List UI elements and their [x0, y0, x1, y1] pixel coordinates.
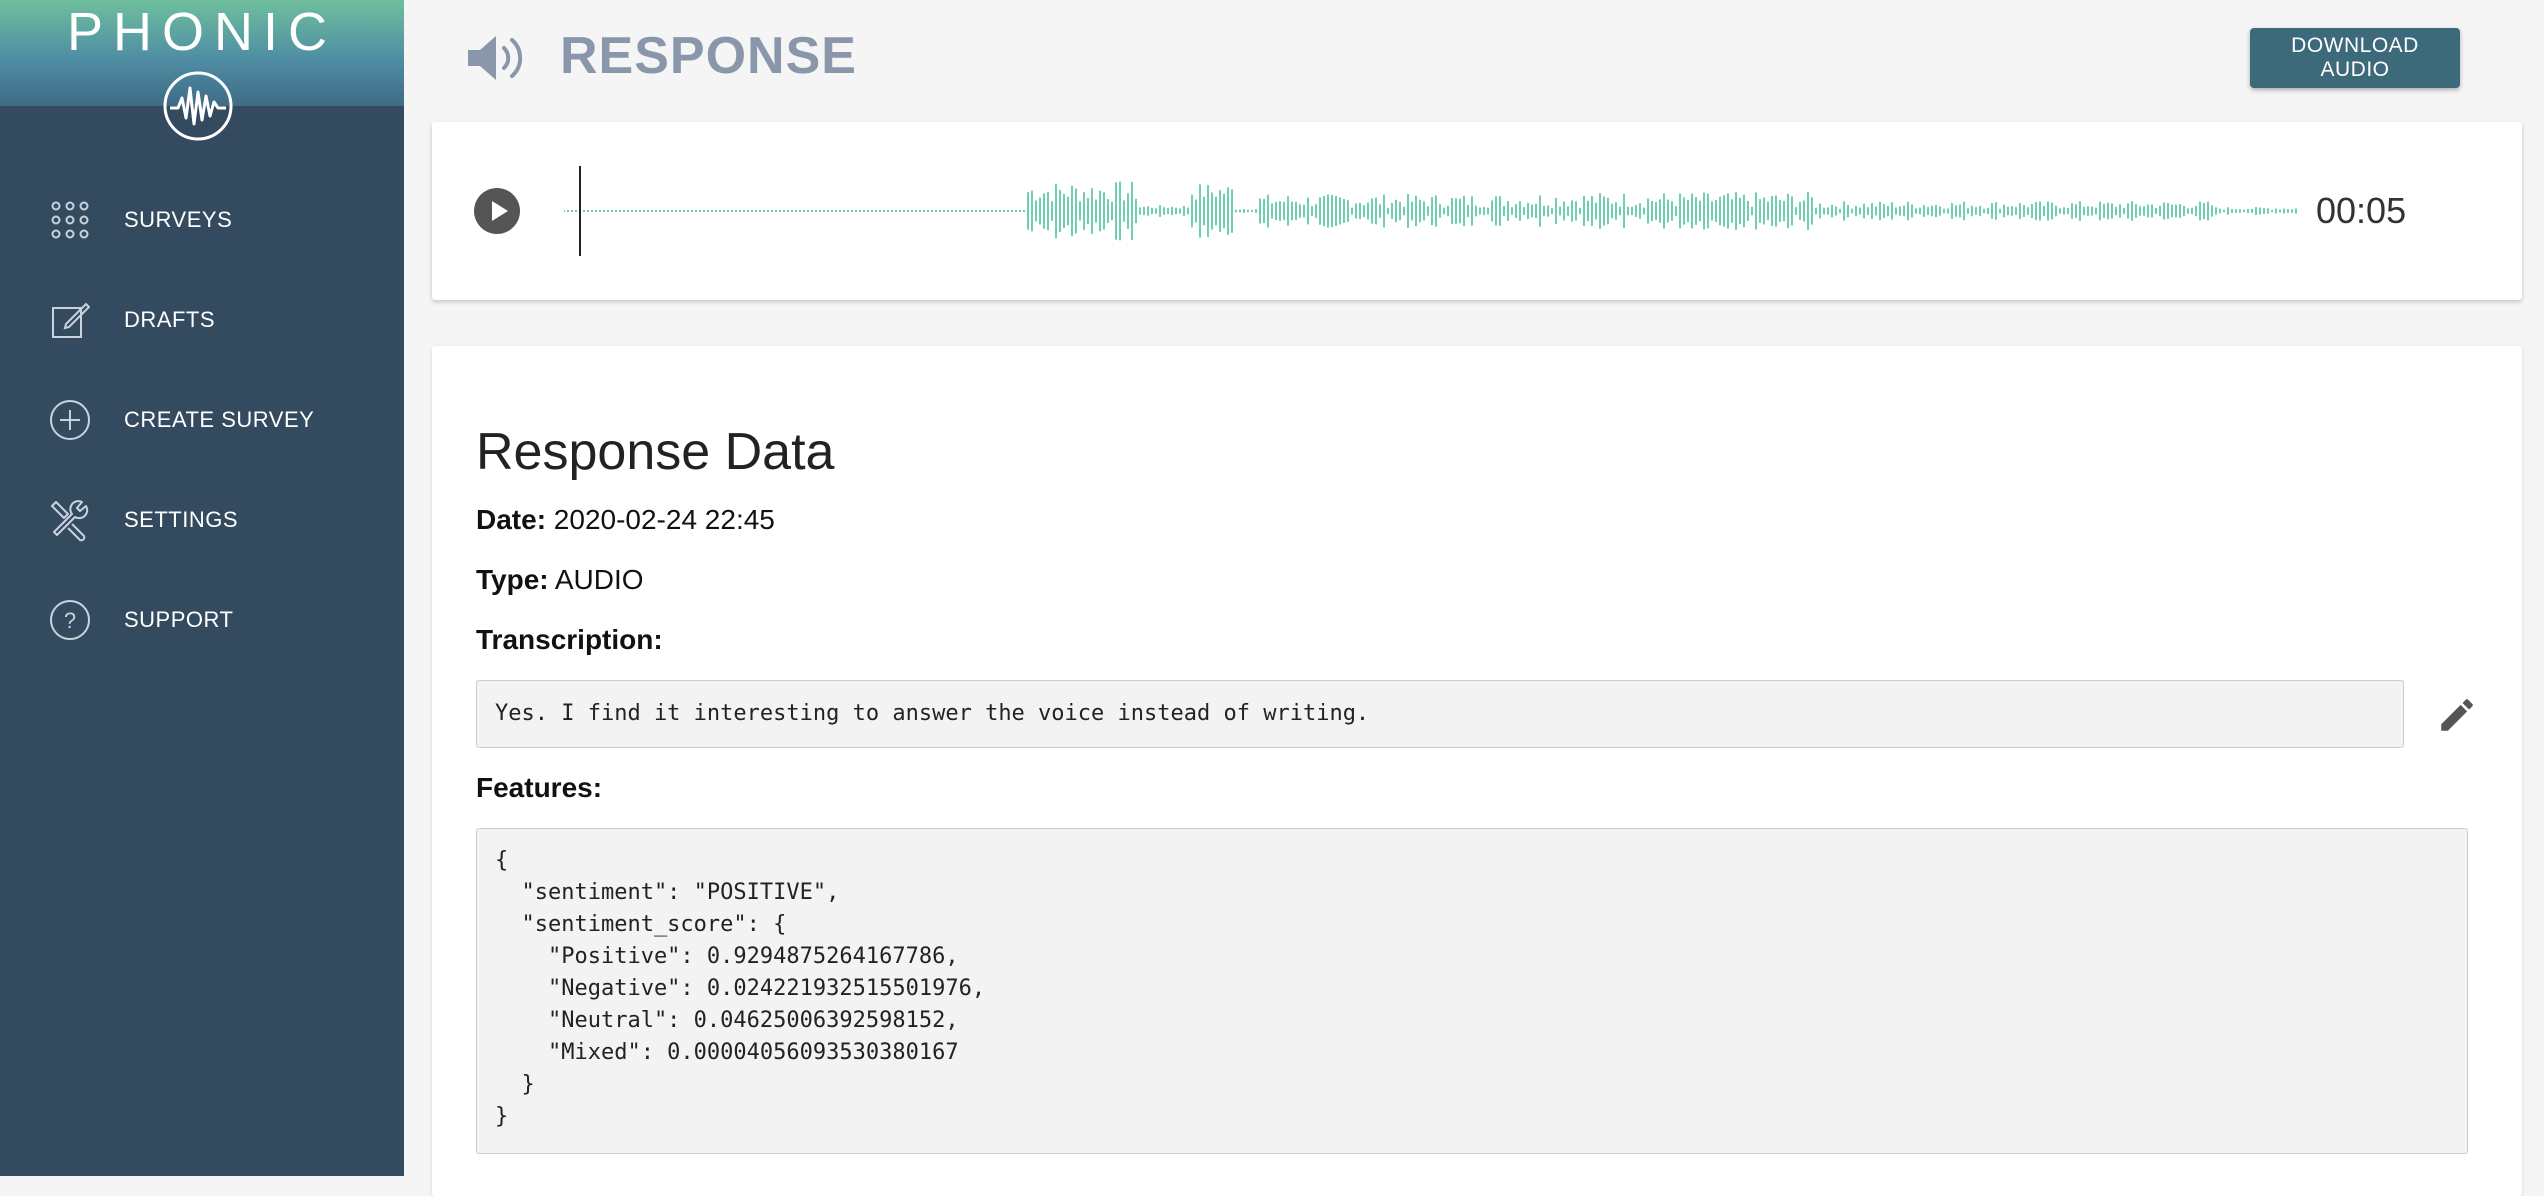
page-header: RESPONSE DOWNLOAD AUDIO [404, 0, 2544, 118]
sidebar-item-settings[interactable]: SETTINGS [0, 470, 404, 570]
section-title: Response Data [476, 422, 834, 482]
features-label: Features: [476, 772, 602, 803]
plus-circle-icon [48, 398, 92, 442]
download-audio-button[interactable]: DOWNLOAD AUDIO [2250, 28, 2460, 88]
sidebar-item-drafts[interactable]: DRAFTS [0, 270, 404, 370]
type-label: Type: [476, 564, 549, 595]
response-data-card: Response Data Date: 2020-02-24 22:45 Typ… [432, 346, 2522, 1196]
tools-icon [48, 498, 92, 542]
sidebar-item-label: SUPPORT [124, 607, 233, 633]
waveform-logo-icon [162, 70, 234, 142]
date-field: Date: 2020-02-24 22:45 [476, 504, 775, 536]
type-field: Type: AUDIO [476, 564, 644, 596]
pencil-icon[interactable] [2436, 694, 2478, 736]
sidebar-item-label: SURVEYS [124, 207, 232, 233]
sidebar: PHONIC SURVEYS [0, 0, 404, 1176]
audio-duration: 00:05 [2316, 190, 2406, 232]
sidebar-item-surveys[interactable]: SURVEYS [0, 170, 404, 270]
features-json: { "sentiment": "POSITIVE", "sentiment_sc… [476, 828, 2468, 1154]
logo-text: PHONIC [0, 2, 404, 62]
audio-player: 00:05 [432, 122, 2522, 300]
transcription-text[interactable]: Yes. I find it interesting to answer the… [476, 680, 2404, 748]
svg-text:?: ? [64, 608, 76, 633]
speaker-icon [466, 30, 526, 86]
audio-waveform[interactable] [564, 156, 2300, 266]
sidebar-item-label: SETTINGS [124, 507, 238, 533]
grid-dots-icon [48, 198, 92, 242]
date-label: Date: [476, 504, 546, 535]
sidebar-nav: SURVEYS DRAFTS [0, 170, 404, 670]
transcription-field: Transcription: [476, 624, 663, 656]
page-title: RESPONSE [560, 26, 857, 86]
help-circle-icon: ? [48, 598, 92, 642]
date-value: 2020-02-24 22:45 [554, 504, 775, 535]
features-field: Features: [476, 772, 602, 804]
sidebar-item-label: DRAFTS [124, 307, 215, 333]
edit-square-icon [48, 298, 92, 342]
type-value: AUDIO [555, 564, 644, 595]
sidebar-item-create-survey[interactable]: CREATE SURVEY [0, 370, 404, 470]
play-icon[interactable] [474, 188, 520, 234]
sidebar-item-support[interactable]: ? SUPPORT [0, 570, 404, 670]
transcription-label: Transcription: [476, 624, 663, 655]
sidebar-item-label: CREATE SURVEY [124, 407, 314, 433]
logo[interactable]: PHONIC [0, 0, 404, 106]
